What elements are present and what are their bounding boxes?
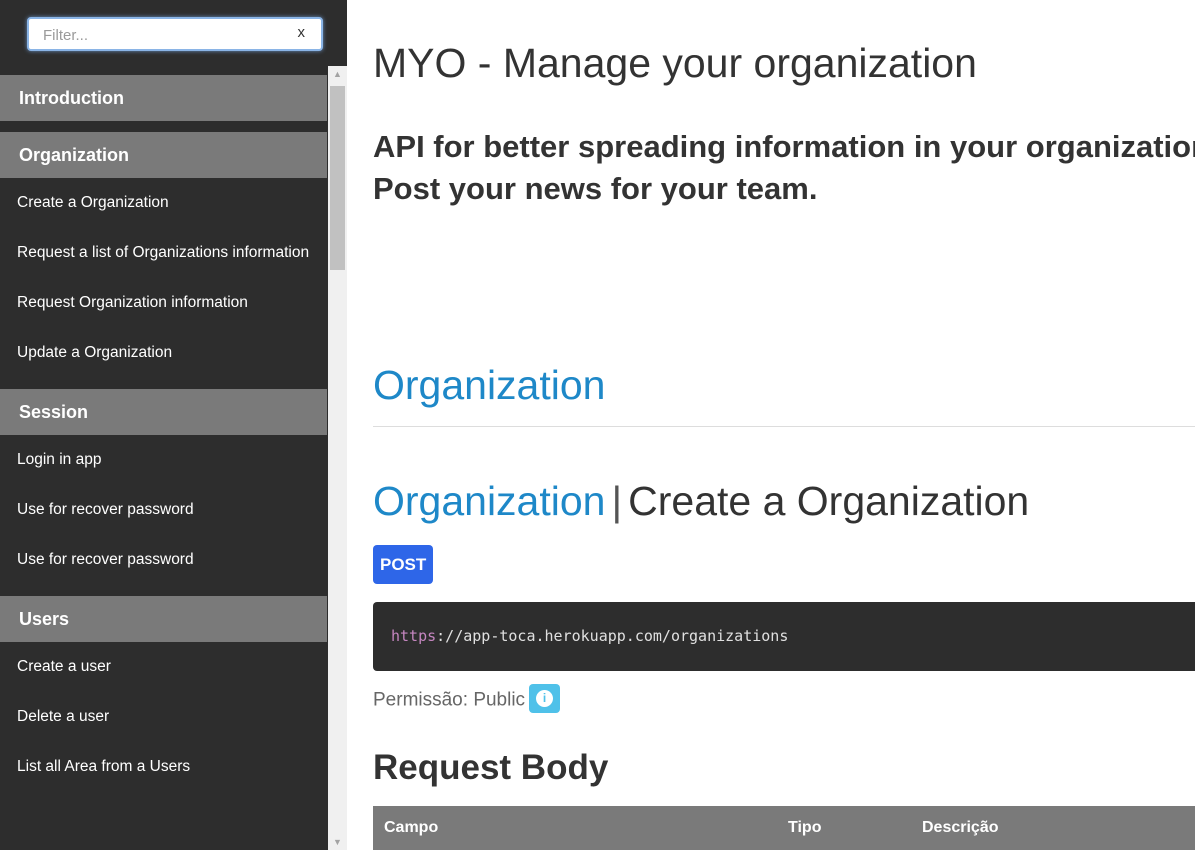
- endpoint-name: Create a Organization: [628, 478, 1030, 524]
- method-badge: POST: [373, 545, 434, 584]
- info-icon[interactable]: i: [529, 684, 561, 713]
- nav-item-organization-info[interactable]: Request Organization information: [0, 289, 327, 317]
- endpoint-url: https://app-toca.herokuapp.com/organizat…: [391, 627, 788, 645]
- main-content: MYO - Manage your organization API for b…: [373, 0, 1195, 850]
- nav-item-create-user[interactable]: Create a user: [0, 653, 327, 681]
- sidebar-scrollbar[interactable]: ▲ ▼: [328, 66, 347, 850]
- clear-filter-button[interactable]: x: [298, 24, 306, 41]
- sidebar: x Introduction Organization Create a Org…: [0, 0, 347, 850]
- nav-item-recover-password-2[interactable]: Use for recover password: [0, 546, 327, 574]
- page-subtitle: API for better spreading information in …: [373, 129, 1195, 206]
- page-title: MYO - Manage your organization: [373, 40, 977, 86]
- permission-line: Permissão: Public i: [373, 684, 561, 715]
- nav-section-session[interactable]: Session: [0, 389, 327, 435]
- url-scheme: https: [391, 627, 437, 645]
- section-title-organization: Organization: [373, 362, 606, 408]
- endpoint-group: Organization: [373, 478, 606, 524]
- column-header-descricao: Descrição: [922, 819, 999, 836]
- permission-value: Public: [473, 689, 526, 711]
- endpoint-title: Organization | Create a Organization: [373, 478, 1029, 525]
- nav-item-update-organization[interactable]: Update a Organization: [0, 339, 327, 367]
- column-header-tipo: Tipo: [788, 819, 822, 836]
- endpoint-url-box: https://app-toca.herokuapp.com/organizat…: [373, 602, 1195, 671]
- nav-item-create-organization[interactable]: Create a Organization: [0, 189, 327, 217]
- nav-section-introduction[interactable]: Introduction: [0, 75, 327, 121]
- nav-item-delete-user[interactable]: Delete a user: [0, 703, 327, 731]
- nav-item-list-area-users[interactable]: List all Area from a Users: [0, 753, 327, 781]
- permission-label: Permissão:: [373, 689, 469, 711]
- url-path: ://app-toca.herokuapp.com/organizations: [436, 627, 789, 645]
- scroll-down-arrow-icon[interactable]: ▼: [328, 834, 347, 850]
- nav-section-organization[interactable]: Organization: [0, 132, 327, 178]
- info-icon-glyph: i: [536, 690, 554, 707]
- nav-item-list-organizations[interactable]: Request a list of Organizations informat…: [0, 239, 327, 267]
- filter-input[interactable]: [43, 25, 283, 45]
- column-header-campo: Campo: [384, 819, 439, 836]
- request-body-title: Request Body: [373, 748, 609, 787]
- nav-section-users[interactable]: Users: [0, 596, 327, 642]
- nav-item-recover-password[interactable]: Use for recover password: [0, 496, 327, 524]
- section-divider: [373, 426, 1195, 427]
- scrollbar-thumb[interactable]: [330, 86, 345, 270]
- scroll-up-arrow-icon[interactable]: ▲: [328, 66, 347, 82]
- filter-box[interactable]: x: [27, 17, 323, 51]
- endpoint-separator: |: [611, 478, 623, 524]
- nav-item-login[interactable]: Login in app: [0, 446, 327, 474]
- sidebar-nav: Introduction Organization Create a Organ…: [0, 75, 327, 803]
- request-body-table-header: Campo Tipo Descrição: [373, 806, 1195, 850]
